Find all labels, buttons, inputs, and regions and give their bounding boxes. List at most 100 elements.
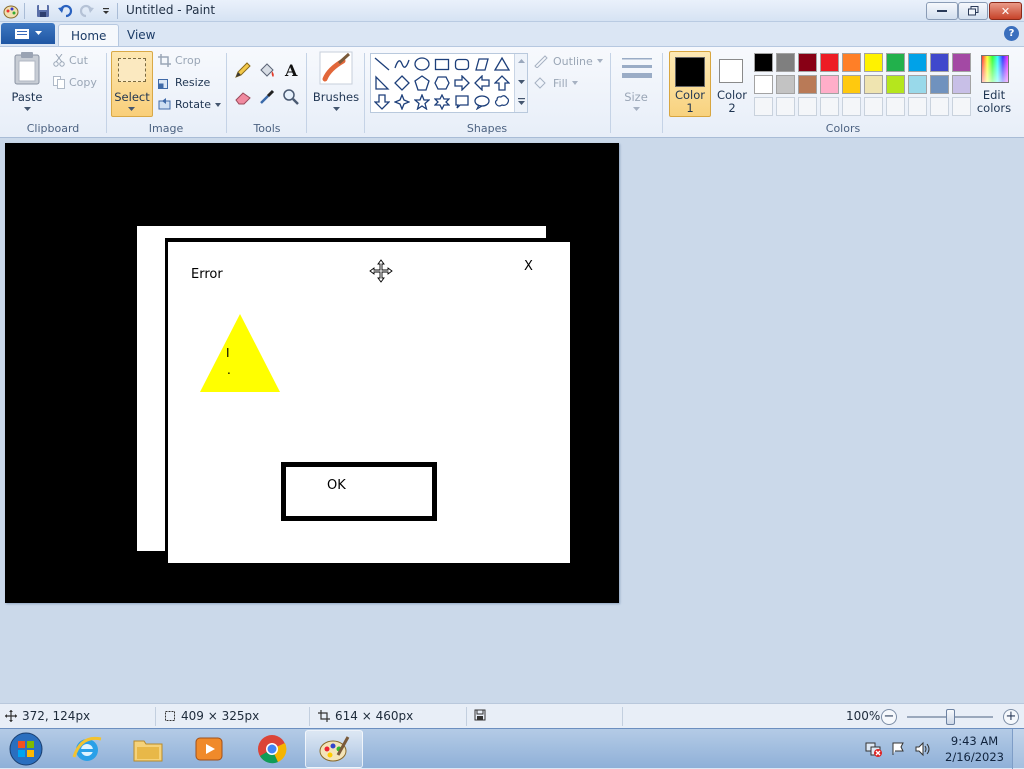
- left-arrow-shape-icon[interactable]: [473, 74, 491, 92]
- palette-swatch[interactable]: [952, 53, 971, 72]
- hexagon-shape-icon[interactable]: [433, 74, 451, 92]
- minimize-button[interactable]: [926, 2, 958, 20]
- color-picker-icon[interactable]: [257, 87, 277, 107]
- custom-color-slot[interactable]: [886, 97, 905, 116]
- zoom-slider[interactable]: [907, 709, 993, 725]
- rotate-button[interactable]: Rotate: [158, 98, 222, 111]
- palette-swatch[interactable]: [930, 53, 949, 72]
- triangle-shape-icon[interactable]: [493, 55, 511, 73]
- curve-shape-icon[interactable]: [393, 55, 411, 73]
- palette-swatch[interactable]: [908, 53, 927, 72]
- help-icon[interactable]: ?: [1004, 26, 1019, 41]
- palette-swatch[interactable]: [864, 53, 883, 72]
- oval-shape-icon[interactable]: [413, 55, 431, 73]
- palette-swatch[interactable]: [754, 75, 773, 94]
- diamond-shape-icon[interactable]: [393, 74, 411, 92]
- custom-color-slot[interactable]: [820, 97, 839, 116]
- zoom-in-button[interactable]: +: [1003, 709, 1019, 725]
- paint-menu-button[interactable]: [1, 23, 55, 44]
- zoom-slider-thumb[interactable]: [946, 709, 955, 725]
- polygon-shape-icon[interactable]: [473, 55, 491, 73]
- taskbar-chrome[interactable]: [243, 730, 301, 768]
- pentagon-shape-icon[interactable]: [413, 74, 431, 92]
- custom-color-slot[interactable]: [864, 97, 883, 116]
- canvas-workspace[interactable]: Error X I . OK: [0, 138, 1024, 703]
- shapes-scrollbar[interactable]: [514, 54, 527, 112]
- taskbar-file-explorer[interactable]: [119, 730, 177, 768]
- show-desktop-button[interactable]: [1012, 729, 1024, 769]
- copy-button[interactable]: Copy: [53, 76, 97, 89]
- taskbar-media-player[interactable]: [180, 730, 238, 768]
- palette-swatch[interactable]: [886, 53, 905, 72]
- palette-swatch[interactable]: [842, 53, 861, 72]
- palette-swatch[interactable]: [754, 53, 773, 72]
- outline-button[interactable]: Outline: [533, 54, 603, 68]
- down-arrow-shape-icon[interactable]: [373, 93, 391, 111]
- resize-button[interactable]: Resize: [158, 76, 210, 89]
- chevron-down-icon: [128, 107, 135, 111]
- rainbow-icon: [981, 55, 1009, 83]
- fill-button[interactable]: Fill: [533, 76, 578, 90]
- rectangle-shape-icon[interactable]: [433, 55, 451, 73]
- color2-swatch: [719, 59, 743, 83]
- custom-color-slot[interactable]: [754, 97, 773, 116]
- text-tool-icon[interactable]: A: [281, 60, 301, 80]
- start-button[interactable]: [0, 730, 52, 768]
- fill-bucket-icon[interactable]: [257, 60, 277, 80]
- action-center-icon[interactable]: [890, 741, 908, 760]
- size-button[interactable]: [618, 53, 656, 113]
- line-shape-icon[interactable]: [373, 55, 391, 73]
- palette-swatch[interactable]: [798, 75, 817, 94]
- palette-swatch[interactable]: [908, 75, 927, 94]
- zoom-out-button[interactable]: −: [881, 709, 897, 725]
- eraser-icon[interactable]: [233, 87, 253, 107]
- six-point-star-shape-icon[interactable]: [433, 93, 451, 111]
- paint-app-icon[interactable]: [2, 3, 20, 19]
- rounded-callout-shape-icon[interactable]: [453, 93, 471, 111]
- palette-swatch[interactable]: [820, 75, 839, 94]
- drawing-canvas[interactable]: Error X I . OK: [5, 143, 619, 603]
- taskbar-internet-explorer[interactable]: [58, 730, 116, 768]
- customize-dropdown-icon[interactable]: [97, 3, 115, 19]
- taskbar-paint[interactable]: [305, 730, 363, 768]
- pencil-icon[interactable]: [233, 60, 253, 80]
- network-status-icon[interactable]: [865, 741, 883, 760]
- up-arrow-shape-icon[interactable]: [493, 74, 511, 92]
- palette-swatch[interactable]: [864, 75, 883, 94]
- right-triangle-shape-icon[interactable]: [373, 74, 391, 92]
- palette-swatch[interactable]: [930, 75, 949, 94]
- close-button[interactable]: ✕: [989, 2, 1022, 20]
- undo-icon[interactable]: [56, 3, 74, 19]
- palette-swatch[interactable]: [886, 75, 905, 94]
- system-clock[interactable]: 9:43 AM 2/16/2023: [945, 733, 1004, 765]
- volume-icon[interactable]: [914, 741, 932, 760]
- palette-swatch[interactable]: [798, 53, 817, 72]
- palette-swatch[interactable]: [842, 75, 861, 94]
- rounded-rectangle-shape-icon[interactable]: [453, 55, 471, 73]
- custom-color-slot[interactable]: [908, 97, 927, 116]
- five-point-star-shape-icon[interactable]: [413, 93, 431, 111]
- custom-color-slot[interactable]: [952, 97, 971, 116]
- custom-color-slot[interactable]: [842, 97, 861, 116]
- palette-swatch[interactable]: [776, 53, 795, 72]
- crop-button[interactable]: Crop: [158, 54, 201, 67]
- cloud-callout-shape-icon[interactable]: [493, 93, 511, 111]
- save-icon[interactable]: [34, 3, 52, 19]
- size-label: Size: [624, 90, 648, 104]
- palette-swatch[interactable]: [952, 75, 971, 94]
- palette-swatch[interactable]: [776, 75, 795, 94]
- magnifier-icon[interactable]: [281, 87, 301, 107]
- custom-color-slot[interactable]: [798, 97, 817, 116]
- custom-color-slot[interactable]: [930, 97, 949, 116]
- tab-home[interactable]: Home: [58, 24, 120, 46]
- cut-button[interactable]: Cut: [53, 54, 88, 67]
- redo-icon[interactable]: [78, 3, 96, 19]
- right-arrow-shape-icon[interactable]: [453, 74, 471, 92]
- four-point-star-shape-icon[interactable]: [393, 93, 411, 111]
- rotate-icon: [158, 98, 171, 110]
- palette-swatch[interactable]: [820, 53, 839, 72]
- restore-button[interactable]: [958, 2, 988, 20]
- oval-callout-shape-icon[interactable]: [473, 93, 491, 111]
- custom-color-slot[interactable]: [776, 97, 795, 116]
- tab-view[interactable]: View: [115, 24, 167, 46]
